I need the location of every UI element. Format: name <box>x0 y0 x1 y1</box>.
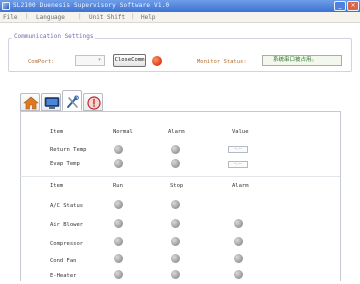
cond-fan-alarm-led <box>234 254 243 263</box>
alarm-icon <box>87 96 101 110</box>
e-heater-stop-led <box>171 270 180 279</box>
tools-panel <box>20 111 341 281</box>
menu-separator: | <box>25 13 29 20</box>
menu-file[interactable]: File <box>3 14 17 21</box>
row-label-e-heater: E-Heater <box>50 273 77 279</box>
panel-divider <box>20 176 340 177</box>
monitor-icon <box>44 97 60 109</box>
table1-header-normal: Normal <box>113 129 133 135</box>
row-label-evap-temp: Evap Temp <box>50 161 80 167</box>
communication-settings-legend: Communication Settings <box>12 33 96 40</box>
table1-header-value: Value <box>232 129 249 135</box>
table2-header-alarm: Alarm <box>232 183 249 189</box>
menu-help[interactable]: Help <box>141 14 155 21</box>
ac-status-stop-led <box>171 200 180 209</box>
monitor-status-field: 系统串口被占用。 <box>262 55 342 66</box>
comport-label: ComPort: <box>28 59 55 65</box>
compressor-run-led <box>114 237 123 246</box>
minimize-button[interactable]: _ <box>334 1 346 11</box>
e-heater-run-led <box>114 270 123 279</box>
row-label-compressor: Compressor <box>50 241 84 247</box>
close-comm-button[interactable]: CloseComm <box>113 54 146 67</box>
return-temp-normal-led <box>114 145 123 154</box>
title-bar: SL2100 Duenesis Supervisory Software V1.… <box>0 0 360 12</box>
comport-select[interactable]: ▾ <box>75 55 105 66</box>
menu-separator: | <box>131 13 135 20</box>
compressor-stop-led <box>171 237 180 246</box>
row-label-cond-fan: Cond Fan <box>50 258 77 264</box>
monitor-status-label: Monitor Status: <box>197 59 247 65</box>
tab-monitor[interactable] <box>41 93 61 111</box>
air-blower-stop-led <box>171 219 180 228</box>
tab-alarm[interactable] <box>83 93 103 111</box>
return-temp-alarm-led <box>171 145 180 154</box>
chevron-down-icon[interactable]: ▾ <box>96 57 103 64</box>
table1-header-alarm: Alarm <box>168 129 185 135</box>
table2-header-stop: Stop <box>170 183 184 189</box>
row-label-ac-status: A/C Status <box>50 203 84 209</box>
return-temp-value: --.-- <box>228 146 248 153</box>
e-heater-alarm-led <box>234 270 243 279</box>
evap-temp-normal-led <box>114 159 123 168</box>
tools-icon <box>67 95 79 108</box>
menu-unit-shift[interactable]: Unit Shift <box>89 14 125 21</box>
close-window-button[interactable]: × <box>347 1 359 11</box>
app-icon <box>2 2 10 10</box>
air-blower-alarm-led <box>234 219 243 228</box>
connection-status-led <box>152 56 162 66</box>
menu-language[interactable]: Language <box>36 14 65 21</box>
table2-header-item: Item <box>50 183 64 189</box>
table2-header-run: Run <box>113 183 123 189</box>
compressor-alarm-led <box>234 237 243 246</box>
cond-fan-run-led <box>114 254 123 263</box>
row-label-air-blower: Air Blower <box>50 222 84 228</box>
tab-tools[interactable] <box>62 90 82 111</box>
home-icon <box>23 96 39 110</box>
tab-home[interactable] <box>20 93 40 111</box>
air-blower-run-led <box>114 219 123 228</box>
cond-fan-stop-led <box>171 254 180 263</box>
ac-status-run-led <box>114 200 123 209</box>
evap-temp-alarm-led <box>171 159 180 168</box>
row-label-return-temp: Return Temp <box>50 147 87 153</box>
window-title: SL2100 Duenesis Supervisory Software V1.… <box>13 2 170 9</box>
menu-separator: | <box>78 13 82 20</box>
menu-bar: File | Language | Unit Shift | Help <box>0 12 360 23</box>
evap-temp-value: --.-- <box>228 161 248 168</box>
table1-header-item: Item <box>50 129 64 135</box>
